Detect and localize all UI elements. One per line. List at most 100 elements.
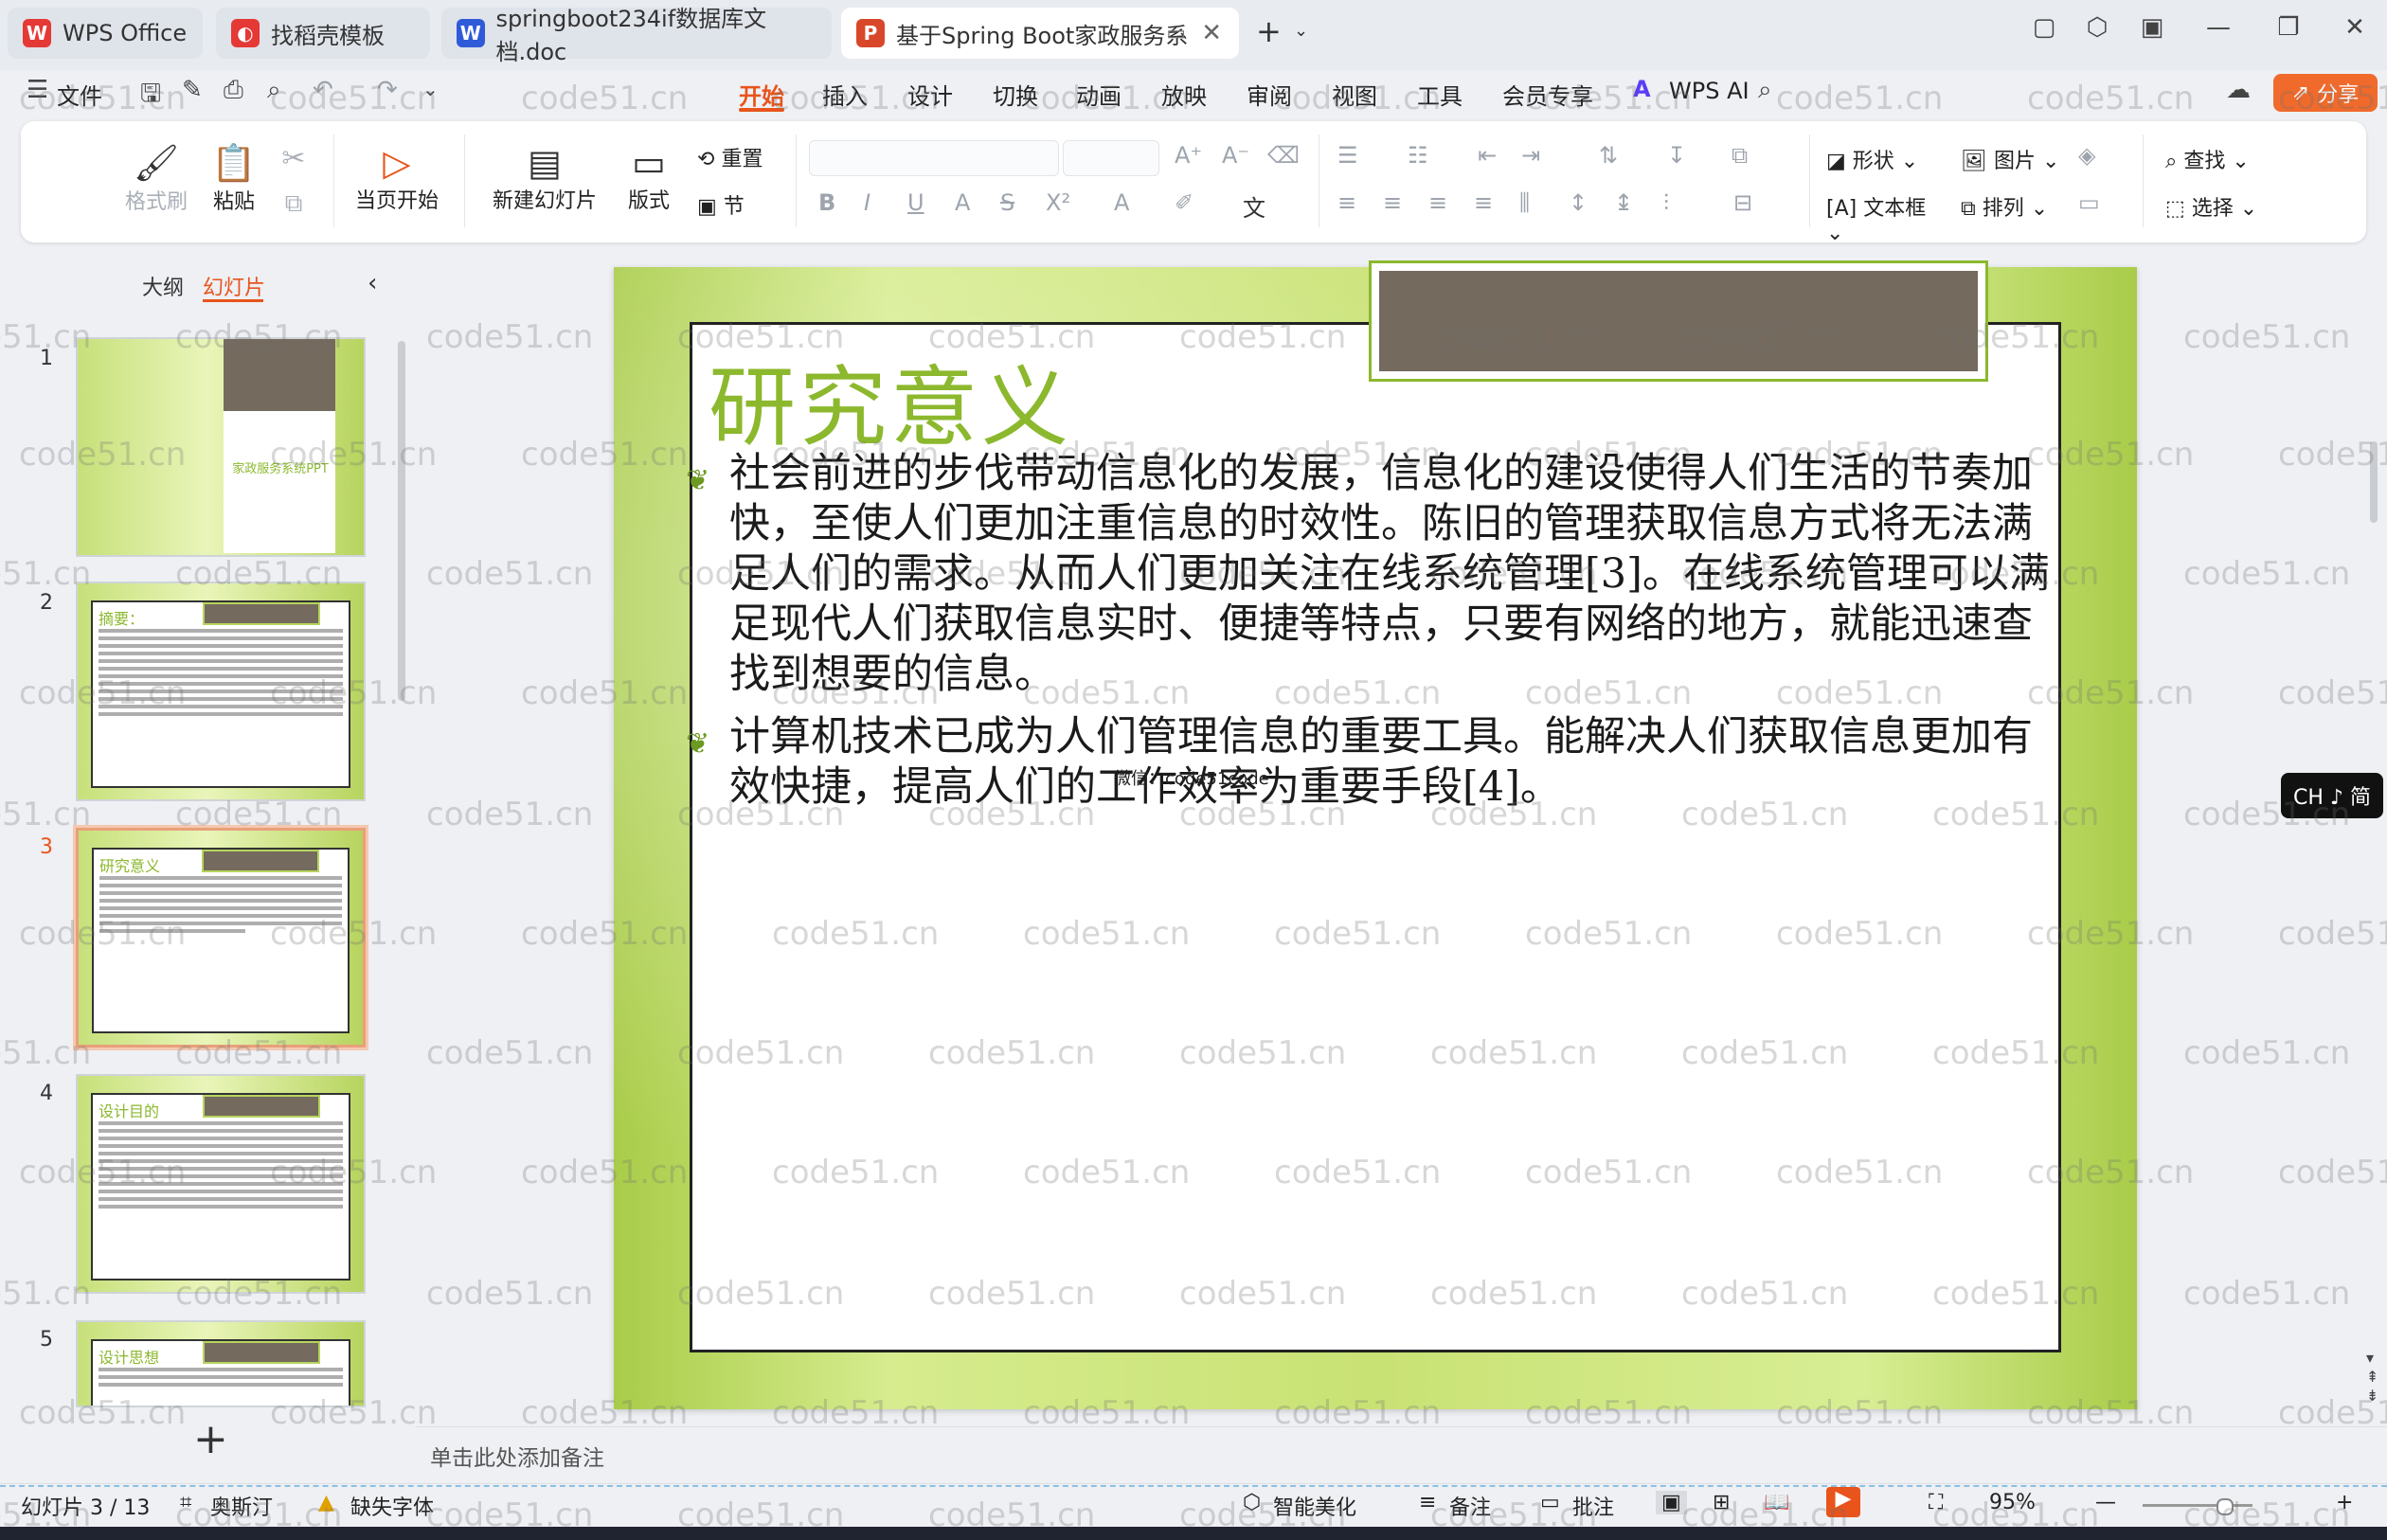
align-right-icon[interactable]: ≡ (1428, 189, 1447, 216)
strikethrough-icon[interactable]: S (1000, 189, 1014, 216)
slide-paragraph-1[interactable]: 社会前进的步伐带动信息化的发展，信息化的建设使得人们生活的节奏加快，至使人们更加… (729, 449, 2057, 700)
bold-icon[interactable]: B (818, 189, 835, 216)
menu-home[interactable]: 开始 (739, 78, 784, 111)
fill-icon[interactable]: ◈ (2078, 142, 2095, 169)
search-icon[interactable]: ⌕ (1758, 76, 1772, 105)
shape-button[interactable]: ◪ 形状 ⌄ (1826, 144, 1930, 174)
undo-icon[interactable]: ↶ (313, 76, 333, 104)
zoom-level[interactable]: 95% (1989, 1491, 2036, 1514)
add-slide-icon[interactable]: + (193, 1415, 228, 1463)
theme-name[interactable]: 奥斯汀 (210, 1491, 273, 1521)
section-button[interactable]: ▣ 节 (697, 189, 782, 220)
tab-list-chevron-icon[interactable]: ⌄ (1294, 21, 1308, 41)
align-center-icon[interactable]: ≡ (1383, 189, 1402, 216)
edit-icon[interactable]: ✎ (182, 76, 203, 104)
close-window-icon[interactable]: ✕ (2336, 13, 2374, 42)
bullet-list-icon[interactable]: ☰ (1337, 142, 1358, 169)
zoom-out-icon[interactable]: — (2095, 1491, 2116, 1514)
reset-button[interactable]: ⟲ 重置 (697, 142, 782, 172)
smart-beautify-button[interactable]: 智能美化 (1273, 1491, 1356, 1521)
tab-ppt-file[interactable]: P 基于Spring Boot家政服务系 ▭ ✕ (841, 8, 1239, 59)
tab-doc-file[interactable]: W springboot234if数据库文档.doc (441, 6, 832, 65)
slide-thumbnail-1[interactable]: 家政服务系统PPT (76, 337, 366, 557)
tab-slides[interactable]: 幻灯片 (203, 271, 265, 301)
underline-icon[interactable]: U (907, 189, 924, 216)
line-spacing-icon[interactable]: ↕ (1569, 189, 1588, 216)
increase-indent-icon[interactable]: ⇥ (1521, 142, 1540, 169)
menu-slideshow[interactable]: 放映 (1161, 78, 1207, 111)
slide-thumbnail-3[interactable]: 研究意义 (73, 825, 368, 1050)
italic-icon[interactable]: I (864, 189, 870, 216)
tab-docer-templates[interactable]: ◐ 找稻壳模板 (216, 8, 430, 59)
text-direction-icon[interactable]: ⇅ (1599, 142, 1618, 169)
file-menu[interactable]: 文件 (57, 78, 102, 111)
outline-icon[interactable]: ▭ (2078, 189, 2100, 216)
share-button[interactable]: ⇗ 分享 (2273, 74, 2378, 112)
superscript-icon[interactable]: X² (1046, 189, 1070, 216)
slide-panel-scrollbar[interactable] (398, 341, 405, 701)
layout-button[interactable]: ▭ 版式 (616, 142, 682, 214)
close-tab-icon[interactable]: ✕ (1201, 19, 1222, 47)
menu-member[interactable]: 会员专享 (1502, 78, 1593, 111)
arrange-button[interactable]: ⧉ 排列 ⌄ (1961, 191, 2065, 222)
zoom-in-icon[interactable]: + (2336, 1491, 2353, 1514)
select-button[interactable]: ⬚ 选择 ⌄ (2165, 191, 2270, 222)
paste-button[interactable]: 📋 粘贴 (201, 142, 267, 215)
maximize-icon[interactable]: ❐ (2270, 13, 2307, 42)
print-icon[interactable]: ⎙ (224, 76, 243, 105)
minimize-icon[interactable]: — (2199, 13, 2237, 42)
font-name-select[interactable] (809, 140, 1059, 176)
menu-insert[interactable]: 插入 (822, 78, 868, 111)
print-preview-icon[interactable]: ⌕ (267, 76, 281, 105)
shadow-text-icon[interactable]: A (955, 189, 970, 216)
ime-indicator[interactable]: CH ♪ 简 (2281, 773, 2383, 818)
picture-button[interactable]: 🖼 图片 ⌄ (1961, 144, 2065, 174)
slideshow-play-icon[interactable]: ▶ (1826, 1487, 1860, 1517)
cube-icon[interactable]: ⬡ (2078, 13, 2116, 42)
copy-icon[interactable]: ⧉ (275, 189, 313, 219)
comments-toggle[interactable]: 批注 (1572, 1491, 1614, 1521)
grid-view-icon[interactable]: ⊞ (1713, 1491, 1730, 1514)
collapse-panel-icon[interactable]: ‹ (368, 269, 377, 297)
avatar[interactable]: ▣ (2133, 13, 2171, 42)
tab-outline[interactable]: 大纲 (142, 271, 184, 301)
canvas-scrollbar[interactable] (2370, 441, 2378, 523)
missing-font[interactable]: 缺失字体 (350, 1491, 434, 1521)
menu-tools[interactable]: 工具 (1417, 78, 1463, 111)
quick-access-chevron-icon[interactable]: ⌄ (422, 78, 439, 100)
font-color-icon[interactable]: A (1114, 189, 1129, 216)
slide-title[interactable]: 研究意义 (709, 337, 1072, 463)
zoom-slider-handle[interactable] (2216, 1498, 2234, 1515)
notes-toggle[interactable]: 备注 (1449, 1491, 1491, 1521)
slide-thumbnail-5[interactable]: 设计思想 (76, 1320, 366, 1407)
menu-design[interactable]: 设计 (907, 78, 953, 111)
menu-transition[interactable]: 切换 (993, 78, 1038, 111)
fit-window-icon[interactable]: ⛶ (1929, 1491, 1943, 1514)
save-icon[interactable]: 🖫 (140, 76, 161, 117)
slide-thumbnail-2[interactable]: 摘要： (76, 582, 366, 801)
menu-animation[interactable]: 动画 (1076, 78, 1122, 111)
redo-icon[interactable]: ↷ (377, 76, 398, 104)
clear-format-icon[interactable]: ⌫ (1267, 142, 1300, 169)
menu-view[interactable]: 视图 (1332, 78, 1377, 111)
decrease-indent-icon[interactable]: ⇤ (1478, 142, 1497, 169)
zoom-slider[interactable] (2143, 1504, 2252, 1507)
menu-wps-ai[interactable]: WPS AI (1669, 78, 1750, 104)
phonetic-icon[interactable]: 文 (1243, 189, 1265, 223)
play-from-current-button[interactable]: ▷ 当页开始 (345, 142, 449, 214)
menu-review[interactable]: 审阅 (1247, 78, 1292, 111)
reading-view-icon[interactable]: 📖 (1764, 1491, 1789, 1514)
find-button[interactable]: ⌕ 查找 ⌄ (2165, 144, 2270, 174)
sort-icon[interactable]: ↧ (1667, 142, 1686, 169)
new-tab-icon[interactable]: + (1256, 13, 1282, 49)
numbered-list-icon[interactable]: ☷ (1408, 142, 1428, 169)
distribute-icon[interactable]: ⫼ (1519, 189, 1530, 216)
decrease-font-icon[interactable]: A⁻ (1222, 142, 1249, 169)
window-layout-icon[interactable]: ▢ (2025, 13, 2063, 42)
paragraph-spacing-icon[interactable]: ↨ (1614, 189, 1633, 216)
scroll-arrows-icon[interactable]: ▾ ⇞ ⇟ (2366, 1349, 2378, 1406)
justify-icon[interactable]: ≡ (1474, 189, 1493, 216)
convert-smartart-icon[interactable]: ⧉ (1732, 142, 1748, 169)
screen-icon[interactable]: ▭ (1166, 22, 1186, 45)
notes-pane[interactable] (417, 1426, 2387, 1480)
